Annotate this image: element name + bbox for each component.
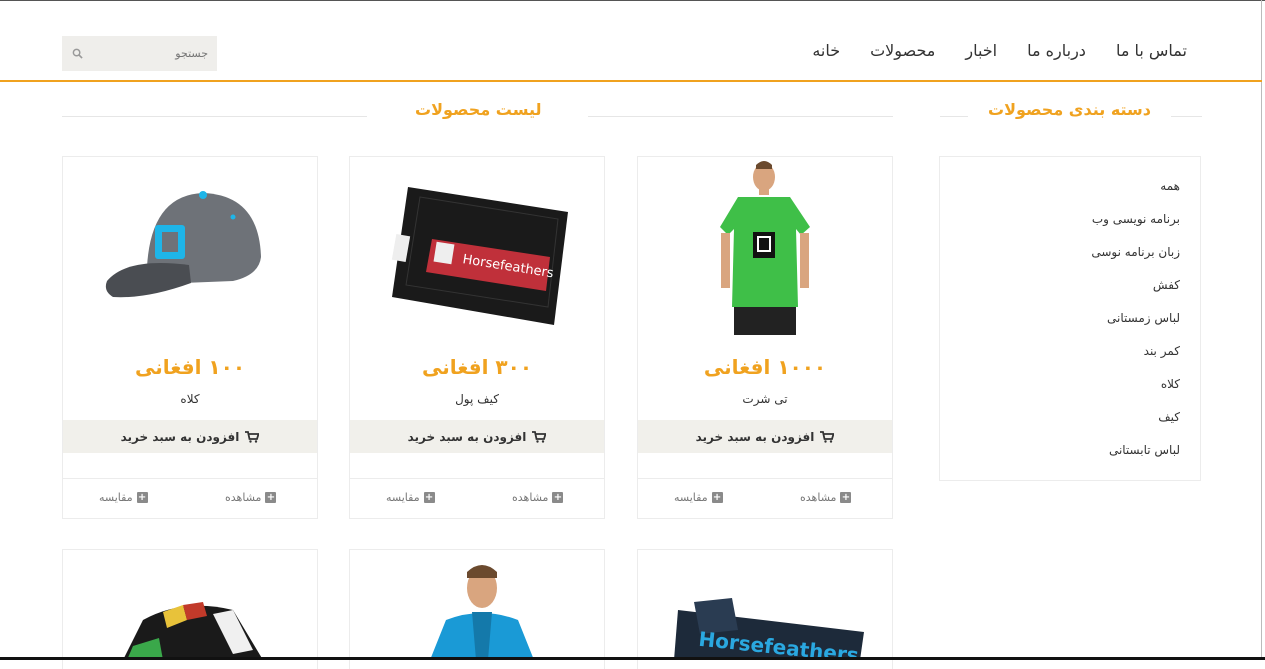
nav-contact[interactable]: تماس با ما	[1116, 41, 1187, 60]
search-input[interactable]	[86, 36, 208, 71]
category-item[interactable]: کیف	[1091, 408, 1180, 441]
product-name[interactable]: کلاه	[63, 392, 317, 406]
products-heading: لیست محصولات	[395, 100, 562, 119]
cart-icon	[245, 430, 260, 443]
compare-label: مقایسه	[386, 491, 420, 504]
nav-products[interactable]: محصولات	[870, 41, 935, 60]
card-divider	[63, 478, 317, 479]
category-item[interactable]: کلاه	[1091, 375, 1180, 408]
add-to-cart-button[interactable]: افزودن به سبد خرید	[638, 420, 892, 453]
view-link[interactable]: + مشاهده	[225, 491, 277, 504]
product-card: Horsefeathers	[637, 549, 893, 669]
add-to-cart-label: افزودن به سبد خرید	[695, 429, 815, 444]
product-image-wallet[interactable]: Horsefeathers	[350, 157, 604, 342]
add-to-cart-button[interactable]: افزودن به سبد خرید	[350, 420, 604, 453]
plus-icon: +	[552, 492, 564, 503]
product-card	[62, 549, 318, 669]
plus-icon: +	[136, 492, 148, 503]
product-card	[349, 549, 605, 669]
view-label: مشاهده	[512, 491, 549, 504]
product-image-jacket[interactable]	[350, 550, 604, 660]
category-item[interactable]: همه	[1091, 177, 1180, 210]
category-item[interactable]: لباس تابستانی	[1091, 441, 1180, 474]
compare-label: مقایسه	[674, 491, 708, 504]
category-item[interactable]: کفش	[1091, 276, 1180, 309]
product-price: ۱۰۰۰ افغانی	[703, 355, 827, 379]
top-border	[0, 0, 1265, 1]
product-card: ۱۰۰۰ افغانی تی شرت افزودن به سبد خرید + م…	[637, 156, 893, 519]
product-image-shoe[interactable]	[63, 550, 317, 660]
compare-label: مقایسه	[99, 491, 133, 504]
product-image-belt[interactable]: Horsefeathers	[638, 550, 892, 667]
product-name[interactable]: کیف پول	[350, 392, 604, 406]
view-link[interactable]: + مشاهده	[800, 491, 852, 504]
plus-icon: +	[711, 492, 723, 503]
compare-link[interactable]: + مقایسه	[674, 491, 723, 504]
nav-news[interactable]: اخبار	[965, 41, 997, 60]
plus-icon: +	[423, 492, 435, 503]
category-list: همه برنامه نویسی وب زبان برنامه نوسی کفش…	[1091, 177, 1180, 474]
categories-heading: دسته بندی محصولات	[968, 100, 1171, 119]
product-name[interactable]: تی شرت	[638, 392, 892, 406]
view-label: مشاهده	[800, 491, 837, 504]
categories-panel: همه برنامه نویسی وب زبان برنامه نوسی کفش…	[939, 156, 1201, 481]
cart-icon	[820, 430, 835, 443]
category-item[interactable]: زبان برنامه نوسی	[1091, 243, 1180, 276]
compare-link[interactable]: + مقایسه	[99, 491, 148, 504]
product-price: ۱۰۰ افغانی	[134, 355, 246, 379]
category-item[interactable]: لباس زمستانی	[1091, 309, 1180, 342]
category-item[interactable]: برنامه نویسی وب	[1091, 210, 1180, 243]
product-card: Horsefeathers ۳۰۰ افغانی کیف پول افزودن …	[349, 156, 605, 519]
view-label: مشاهده	[225, 491, 262, 504]
add-to-cart-label: افزودن به سبد خرید	[407, 429, 527, 444]
search-icon[interactable]	[72, 48, 83, 59]
main-nav: خانه محصولات اخبار درباره ما تماس با ما	[812, 41, 1187, 60]
plus-icon: +	[840, 492, 852, 503]
nav-home[interactable]: خانه	[812, 41, 840, 60]
product-price: ۳۰۰ افغانی	[421, 355, 533, 379]
add-to-cart-label: افزودن به سبد خرید	[120, 429, 240, 444]
heading-line	[62, 116, 367, 117]
nav-about[interactable]: درباره ما	[1027, 41, 1086, 60]
compare-link[interactable]: + مقایسه	[386, 491, 435, 504]
header-divider	[0, 80, 1262, 82]
product-image-tshirt[interactable]	[638, 157, 892, 342]
scrollbar-edge	[1261, 0, 1262, 660]
product-image-cap[interactable]	[63, 157, 317, 342]
search-box	[62, 36, 217, 71]
view-link[interactable]: + مشاهده	[512, 491, 564, 504]
plus-icon: +	[265, 492, 277, 503]
add-to-cart-button[interactable]: افزودن به سبد خرید	[63, 420, 317, 453]
card-divider	[638, 478, 892, 479]
product-card: ۱۰۰ افغانی کلاه افزودن به سبد خرید + مشاه…	[62, 156, 318, 519]
category-item[interactable]: کمر بند	[1091, 342, 1180, 375]
cart-icon	[532, 430, 547, 443]
card-divider	[350, 478, 604, 479]
heading-line	[588, 116, 893, 117]
